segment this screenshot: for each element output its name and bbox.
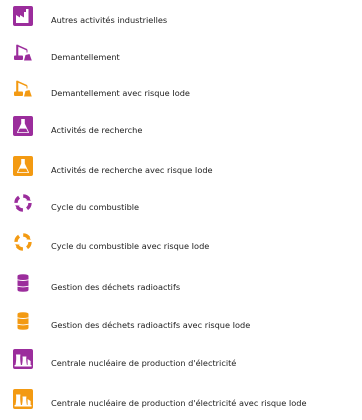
- legend-item: Gestion des déchets radioactifs: [0, 273, 362, 299]
- legend-label: Autres activités industrielles: [51, 15, 168, 25]
- crane-icon: [13, 79, 33, 99]
- legend-label: Centrale nucléaire de production d'élect…: [51, 358, 237, 368]
- legend-label: Centrale nucléaire de production d'élect…: [51, 398, 307, 408]
- legend-item: Activités de recherche avec risque Iode: [0, 156, 362, 182]
- barrel-icon: [13, 273, 33, 293]
- legend-label: Gestion des déchets radioactifs avec ris…: [51, 320, 251, 330]
- recycle-icon: [13, 232, 33, 252]
- legend-label: Cycle du combustible: [51, 202, 140, 212]
- barrel-icon: [13, 311, 33, 331]
- legend-label: Demantellement: [51, 52, 120, 62]
- legend-item: Demantellement: [0, 43, 362, 69]
- recycle-icon: [13, 193, 33, 213]
- legend-item: Centrale nucléaire de production d'élect…: [0, 349, 362, 375]
- power-plant-icon: [13, 349, 33, 369]
- legend-label: Demantellement avec risque Iode: [51, 88, 190, 98]
- legend-label: Activités de recherche: [51, 125, 143, 135]
- legend-item: Cycle du combustible: [0, 193, 362, 219]
- legend-item: Autres activités industrielles: [0, 6, 362, 32]
- crane-icon: [13, 43, 33, 63]
- power-plant-icon: [13, 389, 33, 409]
- legend-label: Gestion des déchets radioactifs: [51, 282, 181, 292]
- legend-item: Activités de recherche: [0, 116, 362, 142]
- flask-icon: [13, 116, 33, 136]
- legend-item: Demantellement avec risque Iode: [0, 79, 362, 105]
- factory-icon: [13, 6, 33, 26]
- legend-label: Activités de recherche avec risque Iode: [51, 165, 213, 175]
- flask-icon: [13, 156, 33, 176]
- legend-item: Gestion des déchets radioactifs avec ris…: [0, 311, 362, 337]
- legend-item: Centrale nucléaire de production d'élect…: [0, 389, 362, 415]
- legend-item: Cycle du combustible avec risque Iode: [0, 232, 362, 258]
- legend-label: Cycle du combustible avec risque Iode: [51, 241, 210, 251]
